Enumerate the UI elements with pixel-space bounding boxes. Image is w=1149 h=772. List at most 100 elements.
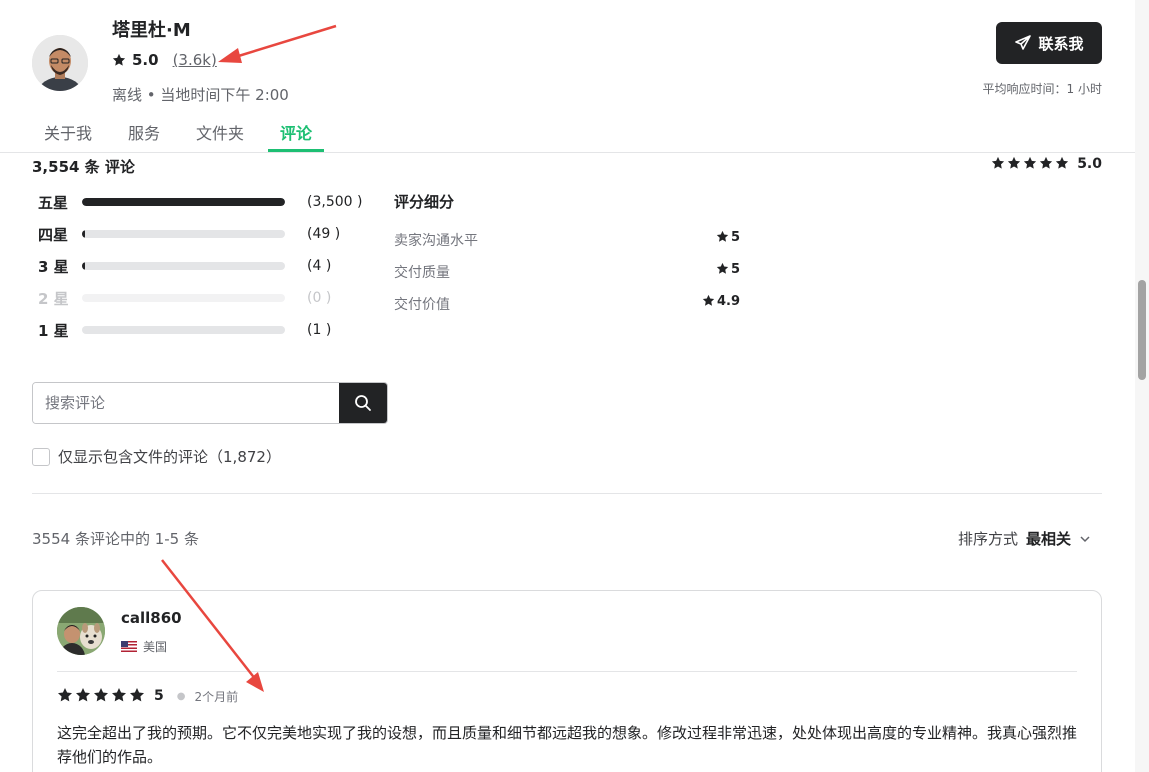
star-icon xyxy=(112,53,126,66)
overall-stars xyxy=(991,156,1071,172)
star-icon xyxy=(76,688,90,702)
scrollbar[interactable] xyxy=(1135,0,1149,772)
tab-gigs[interactable]: 服务 xyxy=(116,108,172,152)
seller-rating: 5.0 (3.6k) xyxy=(112,51,217,69)
star-bar-3[interactable]: 3 星 (4 ) xyxy=(38,256,331,276)
breakdown-value: 5 xyxy=(716,262,740,282)
star-bar-4[interactable]: 四星 (49 ) xyxy=(38,224,340,244)
files-filter-checkbox[interactable] xyxy=(32,447,50,466)
profile-header: 塔里杜·M 5.0 (3.6k) 离线 • 当地时间下午 2:00 联系我 平均… xyxy=(0,0,1149,153)
response-time: 平均响应时间：1 小时 xyxy=(982,82,1102,96)
star-bar-1[interactable]: 1 星 (1 ) xyxy=(38,320,331,340)
reviewer-country: 美国 xyxy=(121,638,167,655)
bar-track xyxy=(82,230,285,238)
sort-label: 排序方式 xyxy=(957,530,1018,548)
overall-rating: 5.0 xyxy=(991,156,1102,172)
bar-label: 五星 xyxy=(38,193,69,212)
files-filter[interactable]: 仅显示包含文件的评论（1,872） xyxy=(32,446,281,467)
bar-label: 1 星 xyxy=(38,321,69,340)
bar-fill xyxy=(82,230,86,238)
rating-breakdown-title: 评分细分 xyxy=(394,193,455,211)
breakdown-label: 交付价值 xyxy=(394,297,450,313)
star-icon xyxy=(58,688,72,702)
star-icon xyxy=(716,262,729,274)
reviewer-name[interactable]: call860 xyxy=(121,609,182,627)
bar-label: 2 星 xyxy=(38,289,69,308)
bar-label: 四星 xyxy=(38,225,69,244)
review-stars xyxy=(57,687,147,705)
review-time: 2个月前 xyxy=(194,689,239,704)
chevron-down-icon xyxy=(1080,535,1090,542)
review-rating: 5 ● 2个月前 xyxy=(57,687,238,705)
tab-portfolio[interactable]: 文件夹 xyxy=(184,108,256,152)
star-icon xyxy=(1056,156,1069,169)
review-count-link[interactable]: (3.6k) xyxy=(173,51,217,69)
breakdown-value: 4.9 xyxy=(702,294,740,314)
star-icon xyxy=(716,262,731,277)
star-icon xyxy=(112,688,126,702)
reviews-count-title: 3,554 条 评论 xyxy=(32,158,135,176)
contact-me-button[interactable]: 联系我 xyxy=(996,22,1102,64)
search-icon xyxy=(355,395,371,411)
star-icon xyxy=(716,230,731,245)
sort-value: 最相关 xyxy=(1025,530,1071,548)
star-icon xyxy=(130,688,144,702)
seller-avatar[interactable] xyxy=(32,35,88,91)
star-icon xyxy=(992,156,1005,169)
bar-fill xyxy=(82,262,86,270)
scrollbar-thumb[interactable] xyxy=(1138,280,1146,380)
bar-label: 3 星 xyxy=(38,257,69,276)
contact-label: 联系我 xyxy=(1038,34,1084,53)
star-icon xyxy=(1008,156,1021,169)
section-divider xyxy=(32,493,1102,494)
search-button[interactable] xyxy=(339,383,387,423)
star-icon xyxy=(1040,156,1053,169)
tab-reviews[interactable]: 评论 xyxy=(268,108,325,152)
profile-tabs: 关于我 服务 文件夹 评论 xyxy=(32,108,336,152)
bar-count: (49 ) xyxy=(307,226,341,242)
star-bar-5[interactable]: 五星 (3,500 ) xyxy=(38,192,362,212)
files-filter-label: 仅显示包含文件的评论（1,872） xyxy=(58,448,281,466)
bar-fill xyxy=(82,198,285,206)
send-icon xyxy=(1015,35,1032,50)
star-icon xyxy=(94,688,108,702)
star-icon xyxy=(716,230,729,242)
bar-track xyxy=(82,294,285,302)
results-range: 3554 条评论中的 1-5 条 xyxy=(32,530,199,548)
breakdown-score: 5 xyxy=(730,262,740,277)
breakdown-score: 4.9 xyxy=(716,294,740,309)
review-body: 这完全超出了我的预期。它不仅完美地实现了我的设想，而且质量和细节都远超我的想象。… xyxy=(57,724,1078,766)
bar-track xyxy=(82,198,285,206)
rating-score: 5.0 xyxy=(132,51,159,69)
breakdown-label: 交付质量 xyxy=(394,265,450,281)
review-search xyxy=(32,382,388,424)
star-icon xyxy=(1024,156,1037,169)
review-score: 5 xyxy=(154,688,164,704)
tab-about[interactable]: 关于我 xyxy=(32,108,104,152)
separator-dot: ● xyxy=(176,690,186,702)
star-bar-2: 2 星 (0 ) xyxy=(38,288,331,308)
star-icon xyxy=(702,294,717,309)
bar-count: (4 ) xyxy=(307,258,332,274)
bar-count: (1 ) xyxy=(307,322,332,338)
bar-track xyxy=(82,326,285,334)
seller-name: 塔里杜·M xyxy=(112,20,191,41)
breakdown-score: 5 xyxy=(730,230,740,245)
review-card: call860 美国 5 ● 2个月前 这完全超出了我的预期。它不仅完美地实现了… xyxy=(32,590,1102,772)
bar-track xyxy=(82,262,285,270)
online-status: 离线 • 当地时间下午 2:00 xyxy=(112,86,289,104)
reviewer-avatar[interactable] xyxy=(57,607,105,655)
sort-dropdown[interactable]: 排序方式 最相关 xyxy=(958,528,1091,549)
breakdown-communication: 卖家沟通水平 5 xyxy=(394,230,740,250)
breakdown-value-row: 交付价值 4.9 xyxy=(394,294,740,314)
bar-count: (3,500 ) xyxy=(307,194,363,210)
breakdown-quality: 交付质量 5 xyxy=(394,262,740,282)
card-divider xyxy=(57,671,1077,672)
star-icon xyxy=(702,294,715,306)
breakdown-label: 卖家沟通水平 xyxy=(394,233,478,249)
overall-score: 5.0 xyxy=(1077,156,1102,172)
country-name: 美国 xyxy=(143,640,168,654)
us-flag-icon xyxy=(121,641,137,652)
search-input[interactable] xyxy=(33,383,339,423)
bar-count: (0 ) xyxy=(307,290,332,306)
